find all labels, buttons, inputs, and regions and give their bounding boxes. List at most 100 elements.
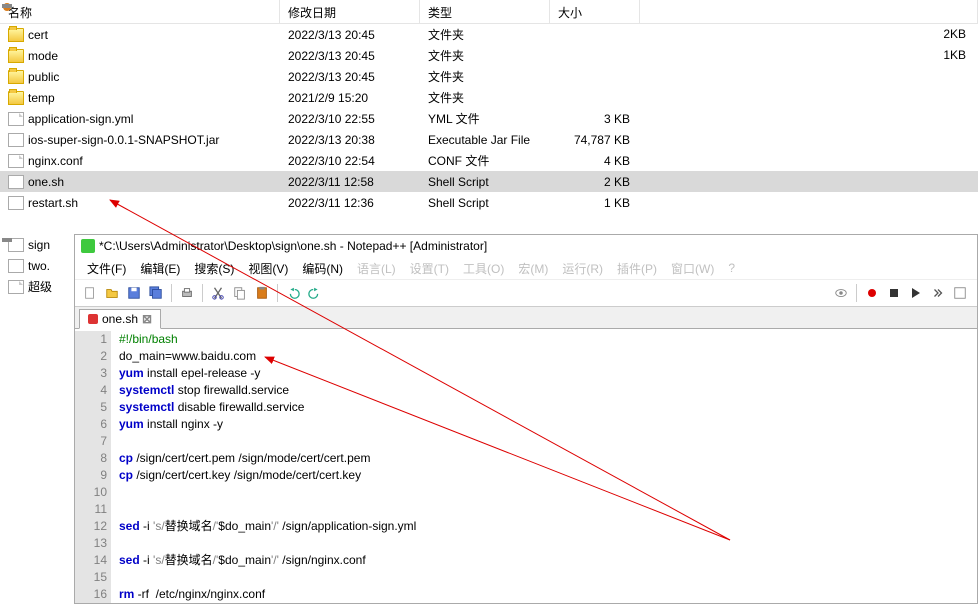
file-name: restart.sh	[28, 196, 78, 210]
file-name: cert	[28, 28, 48, 42]
file-name: 超级	[28, 278, 52, 295]
code-line[interactable]: rm -rf /etc/nginx/nginx.conf	[119, 586, 977, 603]
code-line[interactable]	[119, 484, 977, 501]
file-row[interactable]: nginx.conf2022/3/10 22:54CONF 文件4 KB	[0, 150, 978, 171]
save-all-button[interactable]	[147, 284, 165, 302]
code-line[interactable]: yum install nginx -y	[119, 416, 977, 433]
menu-item[interactable]: 运行(R)	[556, 258, 609, 279]
side-size: 1KB	[918, 45, 966, 66]
file-size: 74,787 KB	[550, 133, 640, 147]
file-size: 4 KB	[550, 154, 640, 168]
file-row[interactable]: cert2022/3/13 20:45文件夹	[0, 24, 978, 45]
macro-stop-button[interactable]	[885, 284, 903, 302]
line-number: 4	[79, 382, 107, 399]
menu-item[interactable]: 插件(P)	[611, 258, 663, 279]
file-row[interactable]: temp2021/2/9 15:20文件夹	[0, 87, 978, 108]
file-row[interactable]: one.sh2022/3/11 12:58Shell Script2 KB	[0, 171, 978, 192]
macro-repeat-button[interactable]	[929, 284, 947, 302]
macro-record-button[interactable]	[863, 284, 881, 302]
paste-button[interactable]	[253, 284, 271, 302]
undo-button[interactable]	[284, 284, 302, 302]
file-date: 2022/3/13 20:45	[280, 28, 420, 42]
code-line[interactable]: sed -i 's/替换域名/'$do_main'/' /sign/applic…	[119, 518, 977, 535]
line-number: 9	[79, 467, 107, 484]
tab-one-sh[interactable]: one.sh ⊠	[79, 309, 161, 329]
code-line[interactable]: #!/bin/bash	[119, 331, 977, 348]
new-file-button[interactable]	[81, 284, 99, 302]
code-line[interactable]	[119, 501, 977, 518]
code-line[interactable]: yum install epel-release -y	[119, 365, 977, 382]
sh-icon	[8, 259, 24, 273]
code-line[interactable]: cp /sign/cert/cert.key /sign/mode/cert/c…	[119, 467, 977, 484]
file-icon	[8, 154, 24, 168]
eye-icon[interactable]	[832, 284, 850, 302]
menu-item[interactable]: 宏(M)	[512, 258, 554, 279]
col-header-type[interactable]: 类型	[420, 0, 550, 23]
menu-item[interactable]: 文件(F)	[81, 258, 132, 279]
file-row[interactable]: mode2022/3/13 20:45文件夹	[0, 45, 978, 66]
file-row[interactable]: 超级	[0, 276, 75, 297]
tab-bar: one.sh ⊠	[75, 307, 977, 329]
code-line[interactable]: sed -i 's/替换域名/'$do_main'/' /sign/nginx.…	[119, 552, 977, 569]
col-header-name[interactable]: 名称	[0, 0, 280, 23]
menu-item[interactable]: 编码(N)	[296, 258, 349, 279]
sh-icon	[8, 196, 24, 210]
menu-item[interactable]: ?	[722, 259, 741, 277]
file-date: 2022/3/10 22:55	[280, 112, 420, 126]
open-file-button[interactable]	[103, 284, 121, 302]
code-line[interactable]: systemctl disable firewalld.service	[119, 399, 977, 416]
print-button[interactable]	[178, 284, 196, 302]
line-number: 10	[79, 484, 107, 501]
window-title: *C:\Users\Administrator\Desktop\sign\one…	[99, 239, 487, 253]
file-date: 2022/3/11 12:58	[280, 175, 420, 189]
window-titlebar[interactable]: *C:\Users\Administrator\Desktop\sign\one…	[75, 235, 977, 257]
copy-button[interactable]	[231, 284, 249, 302]
code-editor[interactable]: 1234567891011121314151617181920 #!/bin/b…	[75, 331, 977, 603]
cut-button[interactable]	[209, 284, 227, 302]
menu-item[interactable]: 搜索(S)	[188, 258, 240, 279]
menu-item[interactable]: 工具(O)	[457, 258, 510, 279]
code-line[interactable]	[119, 569, 977, 586]
file-row[interactable]: application-sign.yml2022/3/10 22:55YML 文…	[0, 108, 978, 129]
file-type: Executable Jar File	[420, 133, 550, 147]
menu-item[interactable]: 窗口(W)	[665, 258, 720, 279]
code-line[interactable]: cp /sign/cert/cert.pem /sign/mode/cert/c…	[119, 450, 977, 467]
file-name: nginx.conf	[28, 154, 83, 168]
file-row[interactable]: ios-super-sign-0.0.1-SNAPSHOT.jar2022/3/…	[0, 129, 978, 150]
file-row[interactable]: restart.sh2022/3/11 12:36Shell Script1 K…	[0, 192, 978, 213]
save-button[interactable]	[125, 284, 143, 302]
tab-modified-icon	[88, 314, 98, 324]
redo-button[interactable]	[306, 284, 324, 302]
code-area[interactable]: #!/bin/bashdo_main=www.baidu.comyum inst…	[111, 331, 977, 603]
macro-play-button[interactable]	[907, 284, 925, 302]
line-number: 2	[79, 348, 107, 365]
code-line[interactable]	[119, 433, 977, 450]
file-row[interactable]: two.	[0, 255, 75, 276]
file-name: sign	[28, 238, 50, 252]
file-name: two.	[28, 259, 50, 273]
code-line[interactable]	[119, 535, 977, 552]
tab-label: one.sh	[102, 312, 138, 326]
menu-item[interactable]: 设置(T)	[404, 258, 455, 279]
file-type: 文件夹	[420, 89, 550, 106]
file-date: 2022/3/13 20:45	[280, 70, 420, 84]
code-line[interactable]: do_main=www.baidu.com	[119, 348, 977, 365]
file-name: mode	[28, 49, 58, 63]
line-number: 7	[79, 433, 107, 450]
col-header-date[interactable]: 修改日期	[280, 0, 420, 23]
code-line[interactable]: systemctl stop firewalld.service	[119, 382, 977, 399]
line-number: 1	[79, 331, 107, 348]
macro-save-button[interactable]	[951, 284, 969, 302]
col-header-size[interactable]: 大小	[550, 0, 640, 23]
menu-item[interactable]: 编辑(E)	[134, 258, 186, 279]
menu-item[interactable]: 视图(V)	[242, 258, 294, 279]
line-number: 14	[79, 552, 107, 569]
file-type: 文件夹	[420, 47, 550, 64]
folder-icon	[8, 49, 24, 63]
line-number: 12	[79, 518, 107, 535]
file-type: 文件夹	[420, 68, 550, 85]
menu-item[interactable]: 语言(L)	[351, 258, 402, 279]
line-number: 15	[79, 569, 107, 586]
file-row[interactable]: public2022/3/13 20:45文件夹	[0, 66, 978, 87]
tab-close-icon[interactable]: ⊠	[142, 312, 152, 326]
